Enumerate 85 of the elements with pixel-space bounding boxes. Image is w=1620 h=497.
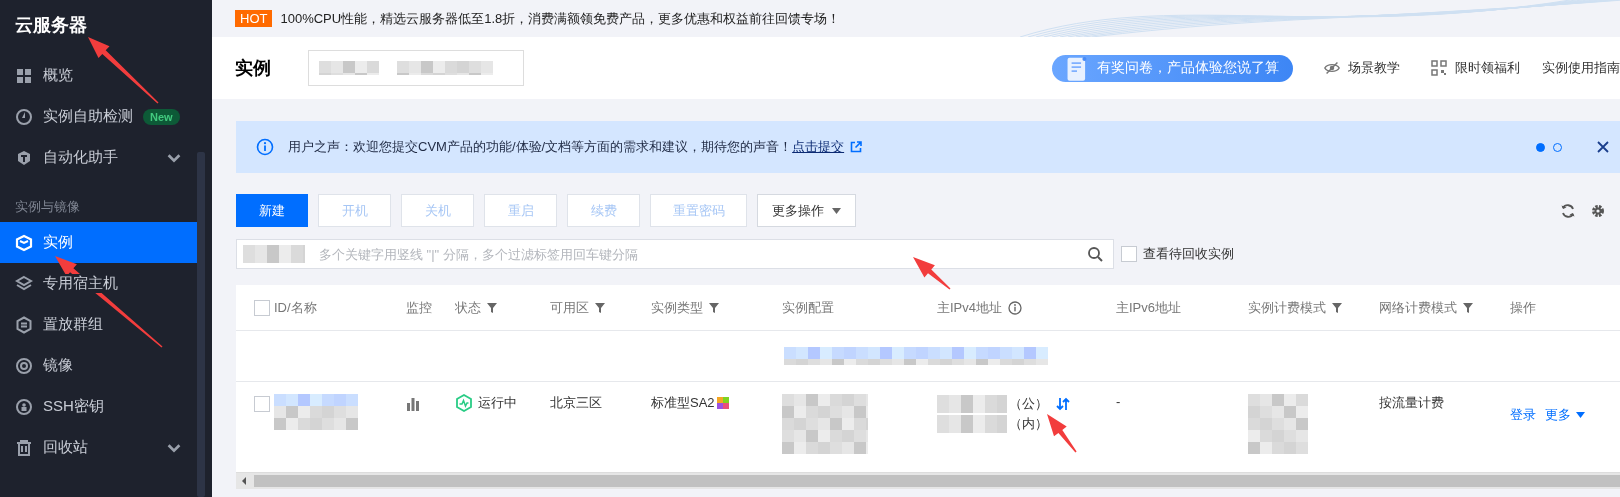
bar-chart-icon[interactable] (406, 397, 420, 411)
redacted-block (1248, 394, 1308, 454)
sidebar-item[interactable]: 实例 (0, 222, 197, 263)
filter-icon[interactable] (709, 302, 719, 313)
column-header: 实例配置 (782, 298, 834, 317)
redacted-block (937, 395, 1007, 413)
sidebar-item[interactable]: 回收站 (0, 427, 197, 468)
redacted-block (243, 245, 305, 263)
column-header: 网络计费模式 (1379, 298, 1457, 317)
header-link[interactable]: 实例使用指南 (1542, 59, 1620, 77)
external-link-icon[interactable] (850, 141, 863, 153)
scrollbar[interactable] (197, 152, 205, 497)
search-field[interactable]: 多个关键字用竖线 "|" 分隔，多个过滤标签用回车键分隔 (236, 239, 1114, 269)
sidebar-item[interactable]: 镜像 (0, 345, 197, 386)
sidebar-item[interactable]: 概览 (0, 55, 197, 96)
table-cell: 北京三区 (550, 395, 602, 410)
close-icon[interactable] (1596, 140, 1610, 154)
filter-icon[interactable] (595, 302, 605, 313)
redacted-block (937, 415, 1007, 433)
filter-icon[interactable] (1463, 302, 1473, 313)
header-link[interactable]: 场景教学 (1323, 59, 1400, 77)
column-header: 实例类型 (651, 298, 703, 317)
page-title: 实例 (235, 57, 271, 80)
filter-icon[interactable] (487, 302, 497, 313)
redacted-block (319, 61, 379, 75)
sidebar-item[interactable]: 自动化助手 (0, 137, 197, 178)
swap-icon[interactable] (1056, 397, 1070, 411)
checkbox[interactable] (254, 396, 270, 412)
ip-type-label: （公） (1009, 395, 1048, 413)
submit-link[interactable]: 点击提交 (792, 138, 845, 156)
status-text: 运行中 (478, 394, 517, 412)
more-link[interactable]: 更多 (1545, 406, 1585, 424)
hot-badge: HOT (235, 10, 273, 27)
column-header: 主IPv6地址 (1116, 298, 1181, 317)
caret-icon (1576, 412, 1585, 418)
checkbox[interactable] (254, 299, 270, 316)
column-header: 操作 (1510, 298, 1536, 317)
annotation-arrow (1047, 414, 1077, 453)
ip-type-label: （内） (1009, 415, 1048, 433)
table-cell: 标准型SA2 (651, 394, 715, 412)
info-icon (1008, 300, 1022, 315)
cube-icon (15, 233, 33, 252)
header-link[interactable]: 限时领福利 (1430, 59, 1520, 77)
table-cell: - (1116, 394, 1121, 409)
scroll-left-icon[interactable] (240, 476, 248, 486)
running-status-icon (455, 394, 473, 412)
notice-text: 用户之声：欢迎您提交CVM产品的功能/体验/文档等方面的需求和建议，期待您的声音！ (288, 138, 793, 156)
trash-icon (15, 438, 33, 457)
colorful-tag-icon (716, 397, 729, 409)
column-header: ID/名称 (274, 298, 317, 317)
new-badge: New (143, 108, 180, 125)
annotation-arrow (913, 257, 951, 290)
section-label: 实例与镜像 (14, 198, 81, 216)
caret-icon (832, 207, 841, 214)
column-header: 监控 (406, 298, 432, 317)
gauge-icon (15, 107, 33, 126)
checkbox-label[interactable]: 查看待回收实例 (1143, 245, 1234, 263)
refresh-icon[interactable] (1560, 202, 1576, 219)
login-link[interactable]: 登录 (1510, 406, 1536, 424)
checkbox[interactable] (1121, 246, 1137, 262)
table-cell: 按流量计费 (1379, 395, 1444, 410)
column-header: 实例计费模式 (1248, 298, 1326, 317)
column-header: 状态 (455, 298, 481, 317)
horizontal-scrollbar[interactable] (236, 472, 1620, 489)
sidebar-item[interactable]: 置放群组 (0, 304, 197, 345)
column-header: 主IPv4地址 (937, 298, 1002, 317)
page-dot[interactable] (1536, 142, 1545, 152)
toolbar-button[interactable]: 更多操作 (757, 194, 856, 227)
toolbar-button[interactable]: 新建 (236, 194, 308, 227)
column-header: 可用区 (550, 298, 589, 317)
promo-text[interactable]: 100%CPU性能，精选云服务器低至1.8折，消费满额领免费产品，更多优惠和权益前往回馈专场！ (280, 9, 841, 28)
search-icon[interactable] (1087, 246, 1103, 262)
search-input[interactable]: 多个关键字用竖线 "|" 分隔，多个过滤标签用回车键分隔 (317, 245, 1075, 263)
info-icon (256, 138, 274, 156)
annotation-arrow (88, 37, 159, 104)
sidebar-item[interactable]: 实例自助检测 New (0, 96, 197, 137)
settings-icon[interactable] (1590, 202, 1606, 219)
disc-icon (15, 356, 33, 375)
filter-icon[interactable] (1332, 302, 1342, 313)
sidebar-item[interactable]: SSH密钥 (0, 386, 197, 427)
hexagon-icon (15, 315, 33, 334)
app-title: 云服务器 (14, 14, 88, 37)
sidebar-item[interactable]: 专用宿主机 (0, 263, 197, 304)
grid-icon (15, 66, 33, 85)
layers-icon (15, 274, 33, 293)
